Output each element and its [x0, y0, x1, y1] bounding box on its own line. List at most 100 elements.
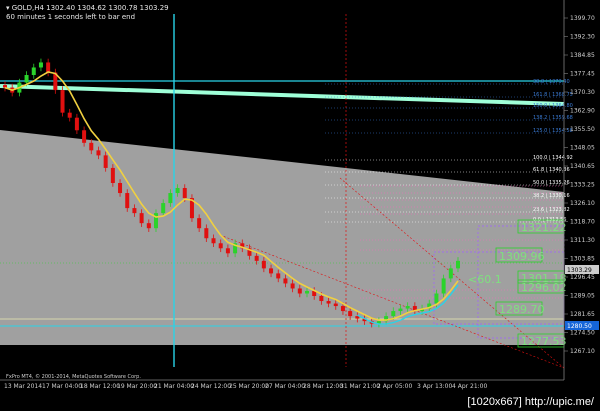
price-label: 1399.70: [570, 15, 595, 22]
candle-body: [348, 311, 353, 317]
time-label: 3 Apr 13:00: [417, 383, 452, 390]
candle-body: [340, 306, 345, 312]
candle-body: [182, 188, 187, 199]
candle-body: [175, 188, 180, 194]
candle-body: [434, 293, 439, 304]
chart-window: 38.8 | 1373.40 161.8 | 1368.75 150.0 | 136…: [0, 0, 600, 411]
price-label: 1348.05: [570, 145, 595, 152]
price-label: 1377.45: [570, 71, 595, 78]
svg-text:1277.53: 1277.53: [521, 335, 567, 348]
svg-text:1296.02: 1296.02: [521, 281, 567, 294]
time-label: 17 Mar 04:00: [42, 383, 82, 390]
candle-body: [118, 182, 123, 194]
time-label: 18 Mar 12:00: [80, 383, 120, 390]
fib-label: 100.0 | 1344.92: [533, 155, 573, 161]
time-label: 13 Mar 2014: [4, 383, 42, 390]
candle-body: [398, 308, 403, 312]
candle-body: [125, 193, 130, 209]
candle-body: [305, 290, 309, 294]
time-label: 19 Mar 20:00: [117, 383, 157, 390]
price-label: 1370.30: [570, 89, 595, 96]
svg-text:1321.22: 1321.22: [521, 221, 567, 234]
candle-body: [276, 273, 281, 279]
candle-body: [225, 248, 230, 254]
time-label: 21 Mar 04:00: [154, 383, 194, 390]
price-label: 1311.30: [570, 237, 595, 244]
candle-body: [441, 278, 446, 294]
trendline-top: [0, 84, 565, 106]
candle-body: [161, 203, 166, 214]
copyright-text: FxPro MT4, © 2001-2014, MetaQuotes Softw…: [6, 374, 141, 380]
price-chart[interactable]: 38.8 | 1373.40161.8 | 1368.75150.0 | 136…: [0, 0, 600, 411]
price-label: 1267.10: [570, 348, 595, 355]
price-label: 1296.45: [570, 274, 595, 281]
price-box-1: 1321.22: [517, 219, 567, 234]
fib-label: 150.0 | 1364.80: [533, 103, 573, 109]
svg-text:1303.29: 1303.29: [567, 267, 592, 274]
candle-body: [391, 311, 396, 317]
candle-body: [96, 150, 101, 156]
candle-body: [74, 117, 79, 131]
candle-body: [31, 67, 36, 76]
price-box-2: 1309.96: [495, 247, 545, 263]
current-price-tag: 1303.29: [565, 265, 599, 274]
watermark: [1020x667] http://upic.me/: [465, 395, 596, 409]
candle-body: [254, 255, 259, 261]
price-label: 1274.50: [570, 330, 595, 337]
fib-label: 161.8 | 1368.75: [533, 92, 573, 98]
candle-body: [67, 112, 72, 118]
candle-body: [60, 90, 65, 113]
svg-text:1309.96: 1309.96: [499, 250, 545, 263]
candle-body: [89, 142, 94, 151]
symbol-info: ▾ GOLD,H4 1302.40 1304.62 1300.78 1303.2…: [6, 4, 169, 12]
candle-body: [139, 213, 144, 224]
candle-body: [269, 268, 274, 274]
price-label: 1333.25: [570, 182, 595, 189]
candle-body: [326, 301, 331, 304]
price-label: 1326.10: [570, 200, 595, 207]
svg-text:1289.70: 1289.70: [499, 303, 545, 316]
price-label: 1281.65: [570, 311, 595, 318]
candle-body: [319, 296, 324, 302]
candle-body: [448, 268, 453, 279]
time-label: 31 Mar 21:00: [340, 383, 380, 390]
candle-body: [24, 75, 29, 83]
time-axis: 13 Mar 2014 17 Mar 04:0018 Mar 12:0019 Ma…: [4, 383, 487, 390]
candle-body: [46, 62, 51, 73]
candle-body: [405, 306, 410, 309]
time-label: 27 Mar 04:00: [265, 383, 305, 390]
candle-body: [146, 223, 151, 229]
candle-body: [132, 208, 137, 214]
candle-body: [297, 288, 302, 294]
arrow-label: <60.1: [468, 273, 502, 286]
candle-body: [283, 278, 288, 284]
candle-body: [290, 283, 295, 289]
fib-label: 138.2 | 1359.68: [533, 115, 573, 121]
time-label: 25 Mar 20:00: [229, 383, 269, 390]
price-box-6: 1277.53: [517, 333, 567, 348]
candle-body: [110, 167, 115, 183]
ask-price-tag: 1280.50: [565, 321, 599, 330]
price-label: 1340.65: [570, 163, 595, 170]
price-label: 1362.90: [570, 108, 595, 115]
candle-body: [204, 228, 209, 239]
candle-body: [333, 303, 338, 307]
channel-band: [0, 130, 564, 345]
price-box-5: 1289.70: [495, 301, 545, 316]
candle-body: [211, 238, 216, 244]
price-label: 1384.85: [570, 52, 595, 59]
bar-countdown: 60 minutes 1 seconds left to bar end: [6, 13, 136, 21]
candle-body: [38, 62, 43, 68]
price-label: 1289.05: [570, 293, 595, 300]
candle-body: [261, 260, 266, 269]
svg-text:1280.50: 1280.50: [567, 323, 592, 330]
candle-body: [103, 155, 108, 168]
price-label: 1392.30: [570, 34, 595, 41]
candle-body: [82, 130, 87, 143]
candle-body: [168, 193, 173, 204]
candle-body: [3, 85, 7, 88]
price-label: 1303.85: [570, 256, 595, 263]
price-label: 1318.70: [570, 219, 595, 226]
candle-body: [197, 218, 202, 229]
time-label: 4 Apr 21:00: [452, 383, 487, 390]
